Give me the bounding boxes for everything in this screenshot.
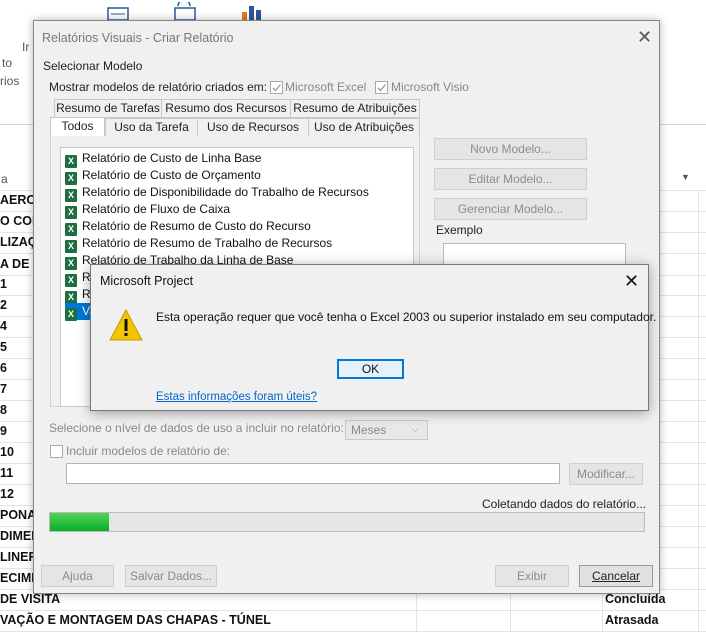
task-row-name: O COI [0, 214, 36, 228]
message-text: Esta operação requer que você tenha o Ex… [156, 310, 657, 324]
include-models-label: Incluir modelos de relatório de: [66, 444, 231, 458]
checkmark-icon [272, 84, 281, 92]
task-row-name: 4 [0, 319, 7, 333]
ribbon-label-1: Ir [22, 40, 30, 54]
modify-label: Modificar... [576, 467, 636, 481]
manage-template-button[interactable]: Gerenciar Modelo... [434, 198, 587, 220]
visio-checkbox-label: Microsoft Visio [391, 80, 469, 94]
ribbon-label-2: to [2, 56, 13, 70]
tab-resource-usage[interactable]: Uso de Recursos [197, 118, 309, 137]
task-row-name: 8 [0, 403, 7, 417]
dialog-close-icon[interactable]: ✕ [637, 28, 652, 46]
list-item-label: Relatório de Resumo de Custo do Recurso [82, 219, 311, 233]
list-item[interactable]: X Relatório de Custo de Linha Base [65, 150, 262, 168]
task-row-status: Atrasada [605, 613, 659, 627]
task-row-status: Concluída [605, 592, 666, 606]
excel-checkbox-label: Microsoft Excel [285, 80, 367, 94]
include-models-checkbox[interactable] [50, 445, 63, 458]
usage-level-select[interactable]: Meses ⌵ [345, 420, 428, 440]
column-header-dropdown-icon: ▼ [681, 172, 690, 182]
manage-template-label: Gerenciar Modelo... [457, 202, 564, 216]
save-data-label: Salvar Dados... [129, 569, 213, 583]
tab-assignment-usage[interactable]: Uso de Atribuições [308, 118, 420, 137]
tab-assignment-summary[interactable]: Resumo de Atribuições [290, 99, 420, 118]
cancel-button[interactable]: Cancelar [579, 565, 653, 587]
excel-icon: X [65, 308, 77, 321]
task-row-name: VAÇÃO E MONTAGEM DAS CHAPAS - TÚNEL [0, 613, 271, 627]
show-models-label: Mostrar modelos de relatório criados em: [49, 80, 268, 94]
message-title: Microsoft Project [100, 274, 194, 288]
task-row-name: 12 [0, 487, 14, 501]
list-item-label: Relatório de Disponibilidade do Trabalho… [82, 185, 369, 199]
list-item[interactable]: X Relatório de Fluxo de Caixa [65, 201, 231, 219]
grid-row-line [0, 610, 706, 611]
section-label: Selecionar Modelo [43, 59, 143, 73]
task-row-name: 7 [0, 382, 7, 396]
dialog-title: Relatórios Visuais - Criar Relatório [42, 31, 234, 45]
new-template-button[interactable]: Novo Modelo... [434, 138, 587, 160]
grid-col-line-4 [698, 190, 699, 631]
list-item[interactable]: X Relatório de Custo de Orçamento [65, 167, 261, 185]
task-row-name: 2 [0, 298, 7, 312]
task-row-name: LIZAÇ [0, 235, 37, 249]
help-button[interactable]: Ajuda [41, 565, 114, 587]
view-button[interactable]: Exibir [495, 565, 569, 587]
edit-template-label: Editar Modelo... [468, 172, 553, 186]
cancel-label: Cancelar [591, 569, 641, 583]
task-row-name: AERO [0, 193, 37, 207]
task-row-name: LINER [0, 550, 38, 564]
tab-task-summary[interactable]: Resumo de Tarefas [54, 99, 162, 118]
task-row-name: 9 [0, 424, 7, 438]
tab-task-usage[interactable]: Uso da Tarefa [105, 118, 198, 137]
edit-template-button[interactable]: Editar Modelo... [434, 168, 587, 190]
list-item-label: Relatório de Resumo de Trabalho de Recur… [82, 236, 333, 250]
view-label: Exibir [516, 569, 547, 583]
example-label: Exemplo [436, 223, 483, 237]
list-item-label: Relatório de Fluxo de Caixa [82, 202, 231, 216]
new-template-label: Novo Modelo... [470, 142, 551, 156]
ribbon-label-3: rios [0, 74, 20, 88]
task-row-name: DE VISITA [0, 592, 61, 606]
help-label: Ajuda [62, 569, 93, 583]
tab-all[interactable]: Todos [50, 117, 105, 138]
checkmark-icon [377, 84, 386, 92]
feedback-link[interactable]: Estas informações foram úteis? [156, 391, 317, 403]
error-message-box: Microsoft Project ✕ Esta operação requer… [90, 264, 656, 411]
usage-level-label: Selecione o nível de dados de uso a incl… [49, 421, 344, 435]
ribbon-icon-2 [172, 0, 200, 22]
visio-checkbox[interactable] [375, 81, 388, 94]
list-item[interactable]: X Relatório de Disponibilidade do Trabalh… [65, 184, 369, 202]
message-close-icon[interactable]: ✕ [624, 272, 639, 290]
task-row-name: 11 [0, 466, 14, 480]
list-item[interactable]: X Relatório de Resumo de Custo do Recurso [65, 218, 311, 236]
modify-button[interactable]: Modificar... [569, 463, 643, 485]
task-row-name: 5 [0, 340, 7, 354]
excel-checkbox[interactable] [270, 81, 283, 94]
list-item[interactable]: X Relatório de Resumo de Trabalho de Recu… [65, 235, 333, 253]
task-row-name: ECIMI [0, 571, 35, 585]
progress-bar [49, 512, 645, 532]
column-header-left: a [1, 172, 8, 186]
chevron-down-icon: ⌵ [412, 424, 419, 434]
warning-icon [109, 308, 143, 341]
list-item-label: Relatório de Custo de Linha Base [82, 151, 262, 165]
list-item-label: Relatório de Custo de Orçamento [82, 168, 261, 182]
tab-resource-summary[interactable]: Resumo dos Recursos [161, 99, 291, 118]
include-models-path-field[interactable] [66, 463, 560, 484]
task-row-name: 6 [0, 361, 7, 375]
task-row-name: 1 [0, 277, 7, 291]
status-text: Coletando dados do relatório... [482, 497, 647, 511]
usage-level-value: Meses [351, 423, 387, 437]
save-data-button[interactable]: Salvar Dados... [125, 565, 217, 587]
progress-fill [50, 513, 110, 531]
ok-button[interactable]: OK [337, 359, 404, 379]
task-row-name: 10 [0, 445, 14, 459]
